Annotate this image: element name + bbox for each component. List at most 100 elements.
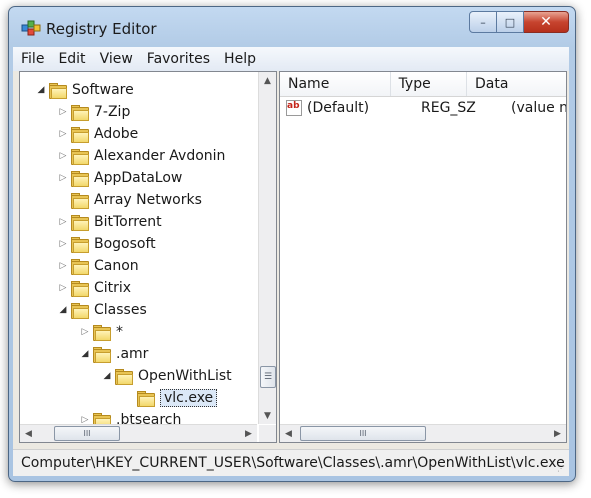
menu-edit[interactable]: Edit <box>52 51 91 67</box>
window-title: Registry Editor <box>46 20 157 38</box>
column-header-type[interactable]: Type <box>391 72 467 96</box>
tree-item[interactable]: ◢ Software <box>36 79 134 101</box>
tree-item[interactable]: ▷ Citrix <box>58 277 131 299</box>
collapsed-arrow-icon[interactable]: ▷ <box>58 151 68 161</box>
tree-item-label: Bogosoft <box>94 236 156 252</box>
minimize-button[interactable]: – <box>469 11 497 33</box>
tree-item-label: Array Networks <box>94 192 202 208</box>
tree-item[interactable]: Array Networks <box>58 189 202 211</box>
maximize-button[interactable]: □ <box>497 11 524 33</box>
collapsed-arrow-icon[interactable]: ▷ <box>58 239 68 249</box>
folder-icon <box>93 325 111 341</box>
folder-open-icon <box>93 347 111 363</box>
tree-item[interactable]: ▷ BitTorrent <box>58 211 162 233</box>
menu-help[interactable]: Help <box>218 51 262 67</box>
folder-icon <box>71 171 89 187</box>
folder-icon <box>137 391 155 407</box>
column-header-data[interactable]: Data <box>467 72 566 96</box>
tree-item[interactable]: ▷ Adobe <box>58 123 138 145</box>
tree-line-spacer <box>124 393 134 403</box>
expanded-arrow-icon[interactable]: ◢ <box>36 85 46 95</box>
tree-item[interactable]: ▷ AppDataLow <box>58 167 182 189</box>
list-horizontal-scroll-thumb[interactable]: III <box>300 426 426 441</box>
value-type: REG_SZ <box>421 100 476 116</box>
scroll-left-arrow-icon[interactable]: ◀ <box>20 425 37 442</box>
title-bar[interactable]: Registry Editor – □ ✕ <box>9 7 575 47</box>
menu-view[interactable]: View <box>94 51 139 67</box>
tree-item-label: Classes <box>94 302 147 318</box>
menu-file[interactable]: File <box>15 51 50 67</box>
tree-item[interactable]: ◢ Classes <box>58 299 147 321</box>
values-list-pane: Name Type Data ab (Default) REG_SZ (valu… <box>279 71 567 443</box>
tree-item[interactable]: ▷ 7-Zip <box>58 101 130 123</box>
folder-icon <box>71 281 89 297</box>
tree-item-label: OpenWithList <box>138 368 232 384</box>
expanded-arrow-icon[interactable]: ◢ <box>58 305 68 315</box>
tree-item-label: BitTorrent <box>94 214 162 230</box>
folder-icon <box>71 193 89 209</box>
tree-horizontal-scroll-thumb[interactable]: III <box>54 426 120 441</box>
tree-item-label: Adobe <box>94 126 139 142</box>
tree-item[interactable]: ▷ Bogosoft <box>58 233 156 255</box>
scroll-left-arrow-icon[interactable]: ◀ <box>280 425 297 442</box>
folder-icon <box>71 127 89 143</box>
menu-bar: File Edit View Favorites Help <box>13 47 569 71</box>
menu-favorites[interactable]: Favorites <box>141 51 216 67</box>
folder-icon <box>71 149 89 165</box>
tree-horizontal-scrollbar[interactable]: ◀ III ▶ <box>20 424 257 442</box>
caption-buttons: – □ ✕ <box>469 11 569 33</box>
list-horizontal-scrollbar[interactable]: ◀ III ▶ <box>280 424 566 442</box>
list-item[interactable]: ab (Default) REG_SZ (value no <box>280 97 566 119</box>
resize-grip-icon[interactable]: ⋰ <box>557 464 567 474</box>
collapsed-arrow-icon[interactable]: ▷ <box>58 173 68 183</box>
tree-item[interactable]: ▷ Canon <box>58 255 139 277</box>
tree-item[interactable]: ◢ OpenWithList <box>102 365 232 387</box>
tree-item[interactable]: ▷ Alexander Avdonin <box>58 145 225 167</box>
tree-item-label: 7-Zip <box>94 104 131 120</box>
collapsed-arrow-icon[interactable]: ▷ <box>58 129 68 139</box>
tree-item-label: .amr <box>116 346 149 362</box>
collapsed-arrow-icon[interactable]: ▷ <box>80 327 90 337</box>
tree-item-label: Citrix <box>94 280 132 296</box>
folder-icon <box>71 215 89 231</box>
key-tree-pane: ◢ Software ▷ 7-Zip ▷ Adobe ▷ Alexander Avdonin ▷… <box>19 71 277 443</box>
tree-line-spacer <box>58 195 68 205</box>
tree-item-label: Alexander Avdonin <box>94 148 226 164</box>
scroll-down-arrow-icon[interactable]: ▼ <box>259 407 276 424</box>
scroll-right-arrow-icon[interactable]: ▶ <box>549 425 566 442</box>
folder-icon <box>71 237 89 253</box>
scroll-up-arrow-icon[interactable]: ▲ <box>259 72 276 89</box>
folder-open-icon <box>115 369 133 385</box>
maximize-icon: □ <box>504 15 516 29</box>
list-header: Name Type Data <box>280 72 566 97</box>
collapsed-arrow-icon[interactable]: ▷ <box>58 261 68 271</box>
expanded-arrow-icon[interactable]: ◢ <box>102 371 112 381</box>
collapsed-arrow-icon[interactable]: ▷ <box>58 283 68 293</box>
tree-item-label: Canon <box>94 258 139 274</box>
tree-item-label: AppDataLow <box>94 170 183 186</box>
tree-item[interactable]: ▷ * <box>80 321 123 343</box>
status-bar: Computer\HKEY_CURRENT_USER\Software\Clas… <box>13 449 569 476</box>
collapsed-arrow-icon[interactable]: ▷ <box>58 107 68 117</box>
scroll-right-arrow-icon[interactable]: ▶ <box>240 425 257 442</box>
tree-item[interactable]: ◢ .amr <box>80 343 148 365</box>
tree-item-label: vlc.exe <box>160 389 218 407</box>
registry-editor-app-icon <box>21 20 41 36</box>
tree-item-label: * <box>116 324 123 340</box>
column-header-name[interactable]: Name <box>280 72 391 96</box>
close-icon: ✕ <box>540 14 552 30</box>
close-button[interactable]: ✕ <box>524 11 569 33</box>
value-name: (Default) <box>307 100 370 116</box>
scroll-corner <box>259 425 276 442</box>
minimize-icon: – <box>480 15 486 29</box>
folder-icon <box>71 105 89 121</box>
expanded-arrow-icon[interactable]: ◢ <box>80 349 90 359</box>
collapsed-arrow-icon[interactable]: ▷ <box>58 217 68 227</box>
folder-open-icon <box>71 303 89 319</box>
tree-vertical-scroll-thumb[interactable]: ☰ <box>260 366 276 388</box>
status-path: Computer\HKEY_CURRENT_USER\Software\Clas… <box>21 455 565 471</box>
tree-item-label: Software <box>72 82 134 98</box>
folder-open-icon <box>49 83 67 99</box>
tree-vertical-scrollbar[interactable]: ▲ ☰ ▼ <box>258 72 276 424</box>
tree-item[interactable]: vlc.exe <box>124 387 218 409</box>
